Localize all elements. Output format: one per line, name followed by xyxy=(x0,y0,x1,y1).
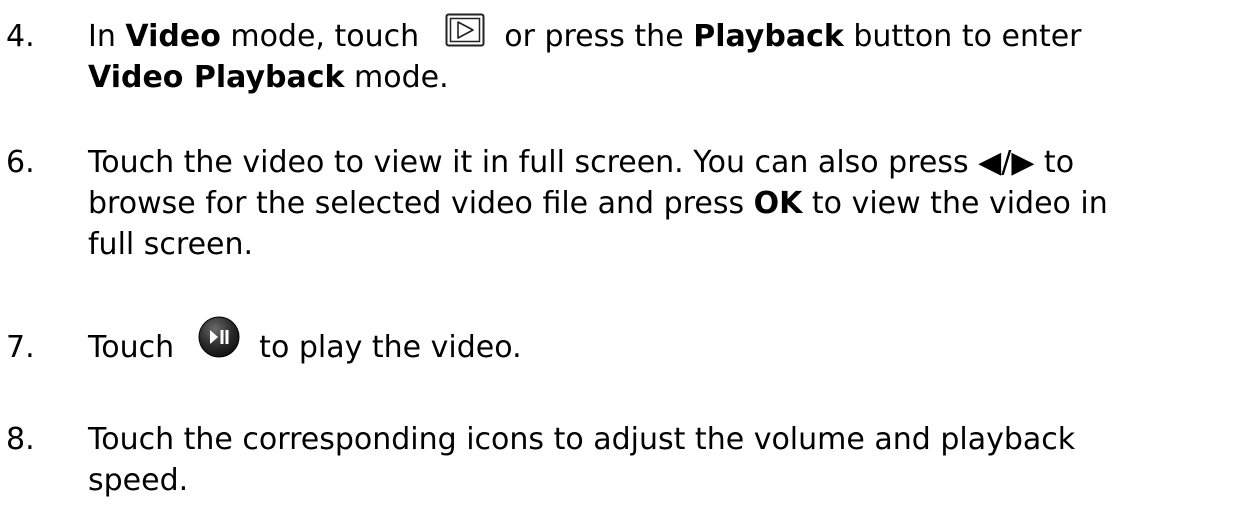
text-line: speed. xyxy=(88,460,1226,501)
text-run: Touch the video to view it in full scree… xyxy=(88,145,1075,180)
step-text: Touch to play the video. xyxy=(88,316,1226,368)
step-number: 7. xyxy=(6,330,35,365)
text-run: button to enter xyxy=(843,19,1082,54)
step-text: Touch the corresponding icons to adjust … xyxy=(88,419,1226,501)
play-pause-icon xyxy=(198,316,240,358)
step-number: 6. xyxy=(6,145,35,180)
step-number: 4. xyxy=(6,19,35,54)
text-run: mode. xyxy=(344,60,449,95)
text-line: Video Playback mode. xyxy=(88,57,1226,98)
text-run: to view the video in xyxy=(802,186,1108,221)
text-run: In xyxy=(88,19,126,54)
text-line: browse for the selected video file and p… xyxy=(88,183,1226,224)
text-line: full screen. xyxy=(88,224,1226,265)
text-run: speed. xyxy=(88,463,189,498)
text-run-bold: OK xyxy=(753,186,803,221)
text-run: or press the xyxy=(494,19,694,54)
text-run: to play the video. xyxy=(249,330,522,365)
text-line: Touch the corresponding icons to adjust … xyxy=(88,419,1226,460)
text-line: Touch the video to view it in full scree… xyxy=(88,142,1226,183)
step-text: Touch the video to view it in full scree… xyxy=(88,142,1226,265)
text-run-bold: Playback xyxy=(693,19,844,54)
step-number: 8. xyxy=(6,422,35,457)
text-line: Touch to play the video. xyxy=(88,316,1226,368)
text-run: mode, touch xyxy=(220,19,429,54)
text-run: browse for the selected video file and p… xyxy=(88,186,754,221)
text-run-bold: Video Playback xyxy=(88,60,345,95)
text-run: full screen. xyxy=(88,227,254,262)
playback-mode-icon xyxy=(445,13,485,47)
text-line: In Video mode, touch or press the Playba… xyxy=(88,13,1226,57)
text-run-bold: Video xyxy=(125,19,221,54)
text-run: Touch the corresponding icons to adjust … xyxy=(88,422,1076,457)
text-run: Touch xyxy=(88,330,184,365)
step-text: In Video mode, touch or press the Playba… xyxy=(88,13,1226,98)
